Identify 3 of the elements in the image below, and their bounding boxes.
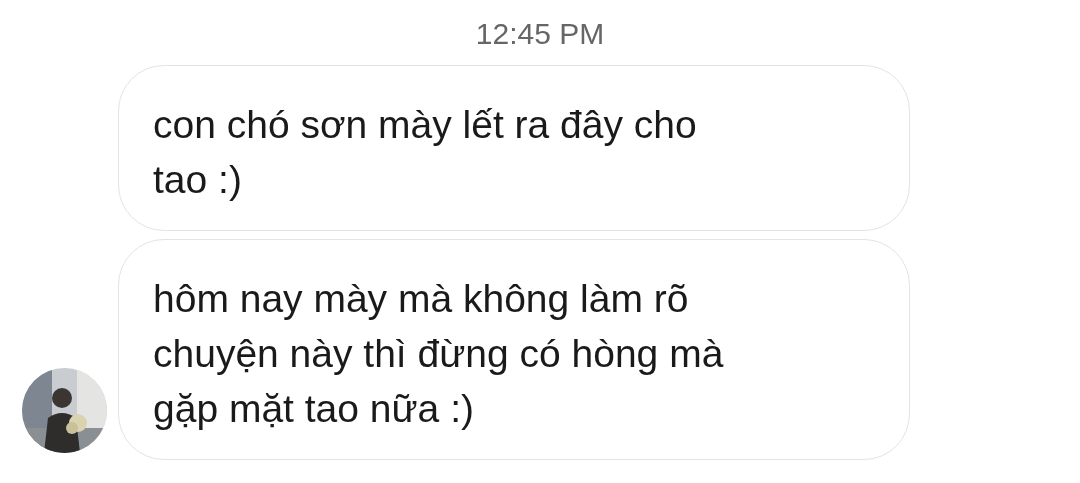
- timestamp: 12:45 PM: [475, 16, 605, 52]
- message-bubble: hôm nay mày mà không làm rõ chuyện này thì đừng có hòng mà gặp mặt tao nữa :): [118, 239, 910, 460]
- message-bubble: con chó sơn mày lết ra đây cho tao :): [118, 65, 910, 231]
